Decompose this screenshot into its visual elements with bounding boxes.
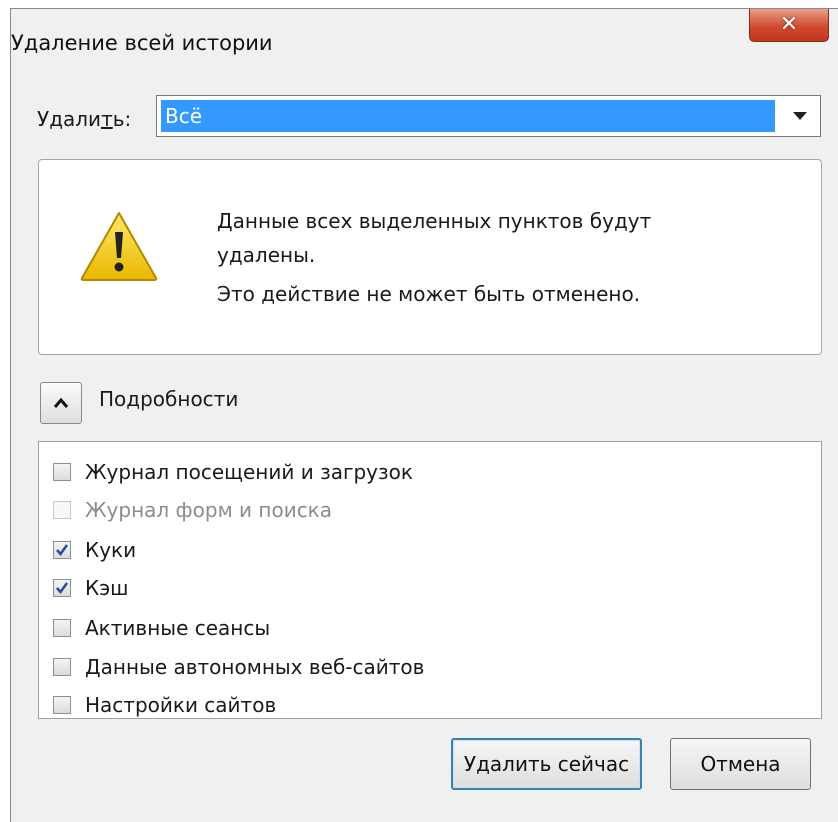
- offline-data-checkbox[interactable]: [53, 658, 71, 676]
- window-title: Удаление всей истории: [11, 31, 273, 55]
- warning-message: Данные всех выделенных пунктов будут уда…: [217, 209, 652, 267]
- item-offline-data[interactable]: Данные автономных веб-сайтов: [53, 649, 424, 685]
- item-label: Журнал форм и поиска: [85, 498, 333, 522]
- clear-history-dialog: Удаление всей истории ✕ Удалить: Всё Дан…: [10, 8, 838, 822]
- time-range-label: Удалить:: [37, 107, 132, 131]
- time-range-select[interactable]: Всё: [156, 95, 821, 137]
- cookies-checkbox[interactable]: [53, 541, 71, 559]
- warning-box: Данные всех выделенных пунктов будут уда…: [38, 159, 822, 355]
- details-toggle-button[interactable]: [40, 382, 82, 424]
- item-form-history: Журнал форм и поиска: [53, 492, 332, 528]
- time-range-selected-value: Всё: [161, 100, 775, 132]
- form-history-checkbox: [53, 501, 71, 519]
- item-cache[interactable]: Кэш: [53, 570, 128, 606]
- item-label: Данные автономных веб-сайтов: [85, 655, 425, 679]
- item-active-logins[interactable]: Активные сеансы: [53, 610, 270, 646]
- active-logins-checkbox[interactable]: [53, 619, 71, 637]
- cache-checkbox[interactable]: [53, 579, 71, 597]
- history-checkbox[interactable]: [53, 463, 71, 481]
- item-label: Настройки сайтов: [85, 693, 277, 717]
- item-site-preferences[interactable]: Настройки сайтов: [53, 687, 276, 723]
- item-cookies[interactable]: Куки: [53, 532, 136, 568]
- site-preferences-checkbox[interactable]: [53, 696, 71, 714]
- item-label: Журнал посещений и загрузок: [85, 460, 413, 484]
- item-label: Кэш: [85, 576, 129, 600]
- cancel-button[interactable]: Отмена: [670, 738, 811, 790]
- item-label: Куки: [85, 538, 137, 562]
- item-history[interactable]: Журнал посещений и загрузок: [53, 454, 413, 490]
- close-icon: ✕: [779, 12, 799, 37]
- check-icon: [56, 544, 69, 557]
- warning-irreversible: Это действие не может быть отменено.: [217, 282, 641, 306]
- time-range-row: Удалить: Всё: [11, 95, 838, 139]
- title-bar: Удаление всей истории ✕: [11, 9, 838, 71]
- warning-icon: [80, 212, 158, 281]
- close-button[interactable]: ✕: [749, 9, 829, 42]
- chevron-down-icon[interactable]: [780, 96, 820, 136]
- items-list: Журнал посещений и загрузок Журнал форм …: [38, 441, 822, 719]
- chevron-up-icon: [53, 397, 69, 408]
- details-label: Подробности: [99, 387, 239, 411]
- check-icon: [56, 582, 69, 595]
- clear-now-button[interactable]: Удалить сейчас: [451, 738, 642, 790]
- item-label: Активные сеансы: [85, 616, 271, 640]
